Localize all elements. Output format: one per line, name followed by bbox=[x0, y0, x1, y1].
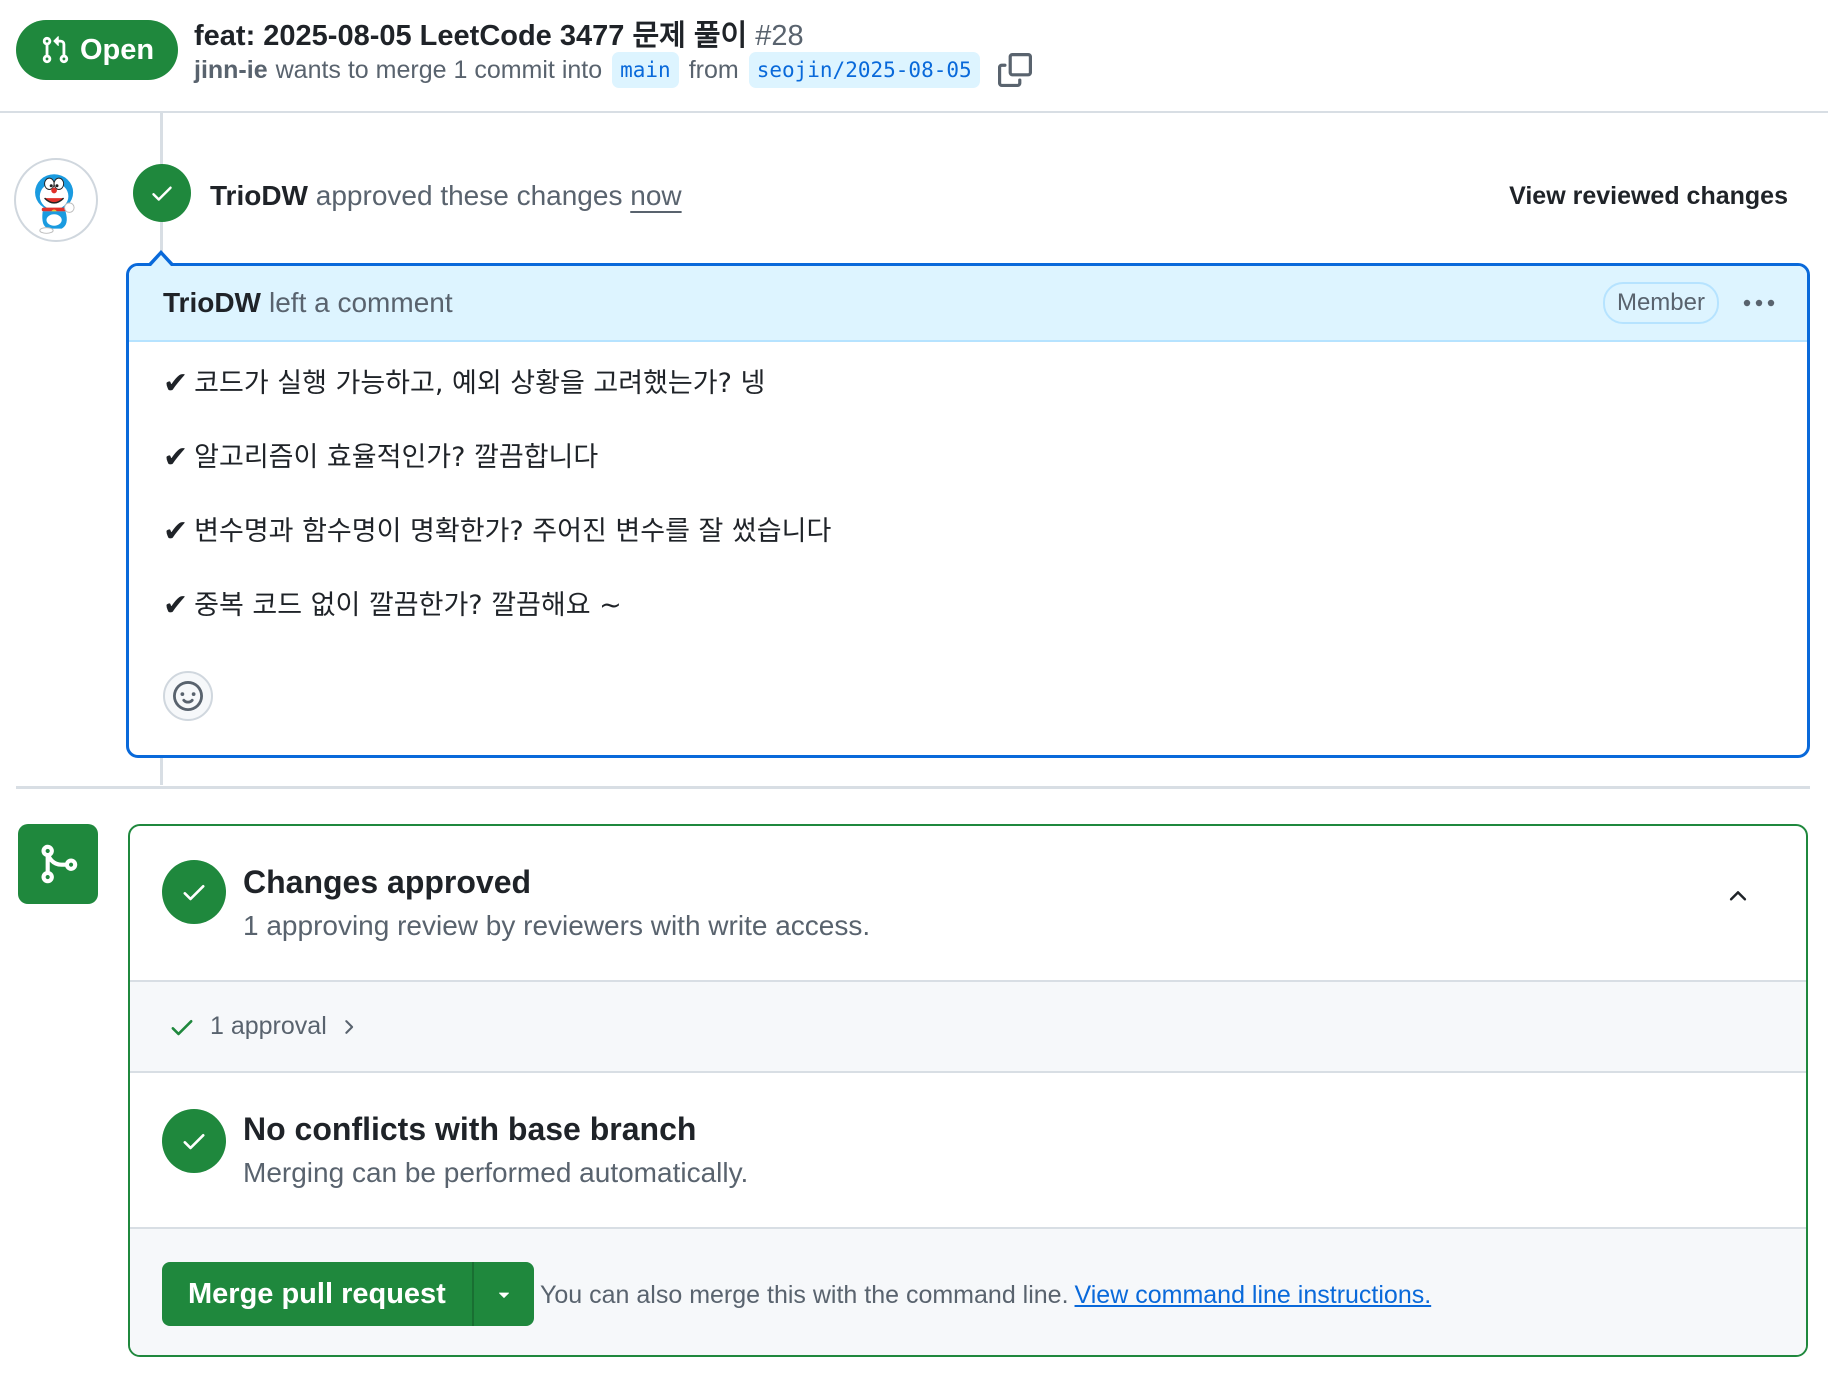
comment-action: left a comment bbox=[269, 287, 453, 318]
no-conflicts-title: No conflicts with base branch bbox=[243, 1111, 697, 1147]
pr-sticky-header: Open feat: 2025-08-05 LeetCode 3477 문제 풀… bbox=[0, 0, 1828, 113]
merge-note-text: You can also merge this with the command… bbox=[540, 1281, 1069, 1309]
timeline-divider bbox=[16, 786, 1810, 789]
comment-header: TrioDW left a comment Member bbox=[129, 266, 1807, 342]
merge-pull-request-button[interactable]: Merge pull request bbox=[162, 1262, 472, 1326]
pr-state-badge: Open bbox=[16, 20, 178, 80]
smiley-icon bbox=[173, 681, 203, 711]
merge-button-group: Merge pull request bbox=[162, 1262, 534, 1326]
comment-caret-inner bbox=[151, 255, 171, 266]
base-branch-label[interactable]: main bbox=[612, 52, 679, 88]
check-mark: ✔ bbox=[163, 366, 189, 401]
conflicts-check-icon bbox=[162, 1109, 226, 1173]
pr-number: #28 bbox=[755, 20, 804, 52]
pr-author-link[interactable]: jinn-ie bbox=[194, 56, 268, 85]
checklist-item-text: 변수명과 함수명이 명확한가? 주어진 변수를 잘 썼습니다 bbox=[194, 516, 832, 547]
avatar-doraemon[interactable] bbox=[14, 158, 98, 242]
review-comment: TrioDW left a comment Member ✔ 코드가 실행 가능… bbox=[126, 263, 1810, 758]
check-mark: ✔ bbox=[163, 440, 189, 475]
review-time-link[interactable]: now bbox=[630, 180, 681, 211]
git-pull-request-icon bbox=[42, 36, 69, 64]
pr-title: feat: 2025-08-05 LeetCode 3477 문제 풀이 #28 bbox=[194, 12, 804, 54]
approvals-row[interactable]: 1 approval bbox=[130, 982, 1806, 1073]
approvals-count: 1 approval bbox=[210, 1012, 327, 1040]
no-conflicts-section: No conflicts with base branch Merging ca… bbox=[130, 1073, 1806, 1229]
changes-approved-title: Changes approved bbox=[243, 864, 532, 900]
member-badge: Member bbox=[1602, 282, 1719, 324]
head-branch-label[interactable]: seojin/2025-08-05 bbox=[748, 52, 980, 88]
check-icon bbox=[152, 186, 172, 201]
merge-actions-section: Merge pull request You can also merge th… bbox=[130, 1229, 1806, 1355]
review-event-line: TrioDW approved these changes now bbox=[210, 180, 682, 212]
comment-body: ✔ 코드가 실행 가능하고, 예외 상황을 고려했는가? 넹 ✔ 알고리즘이 효… bbox=[129, 342, 1807, 626]
checklist-item-text: 중복 코드 없이 깔끔한가? 깔끔해요 ~ bbox=[194, 590, 622, 621]
pr-merge-summary: jinn-ie wants to merge 1 commit into mai… bbox=[194, 52, 1032, 88]
check-icon bbox=[171, 1019, 193, 1035]
comment-author-link[interactable]: TrioDW bbox=[163, 287, 261, 319]
checklist-item-text: 코드가 실행 가능하고, 예외 상황을 고려했는가? 넹 bbox=[194, 368, 766, 399]
merge-text: wants to merge 1 commit into bbox=[275, 55, 603, 84]
checklist-item: ✔ 변수명과 함수명이 명확한가? 주어진 변수를 잘 썼습니다 bbox=[163, 512, 1773, 552]
merge-box: Changes approved 1 approving review by r… bbox=[128, 824, 1808, 1357]
approved-status-icon bbox=[133, 164, 191, 222]
view-reviewed-changes-button[interactable]: View reviewed changes bbox=[1509, 182, 1788, 211]
kebab-icon[interactable] bbox=[1741, 285, 1777, 321]
copy-icon[interactable] bbox=[997, 53, 1032, 87]
chevron-up-icon[interactable] bbox=[1722, 880, 1754, 912]
command-line-instructions-link[interactable]: View command line instructions. bbox=[1075, 1281, 1432, 1309]
checklist-item: ✔ 알고리즘이 효율적인가? 깔끔합니다 bbox=[163, 438, 1773, 478]
checklist-item: ✔ 코드가 실행 가능하고, 예외 상황을 고려했는가? 넹 bbox=[163, 364, 1773, 404]
checklist-item-text: 알고리즘이 효율적인가? 깔끔합니다 bbox=[194, 442, 599, 473]
add-reaction-button[interactable] bbox=[163, 671, 213, 721]
check-mark: ✔ bbox=[163, 588, 189, 623]
changes-approved-section: Changes approved 1 approving review by r… bbox=[130, 826, 1806, 982]
reviewer-link[interactable]: TrioDW bbox=[210, 180, 308, 211]
triangle-down-icon bbox=[498, 1292, 509, 1298]
pr-title-text: feat: 2025-08-05 LeetCode 3477 문제 풀이 bbox=[194, 20, 748, 52]
no-conflicts-desc: Merging can be performed automatically. bbox=[243, 1157, 749, 1188]
merge-method-dropdown[interactable] bbox=[471, 1262, 534, 1326]
check-mark: ✔ bbox=[163, 514, 189, 549]
chevron-right-icon bbox=[345, 1019, 353, 1034]
git-merge-icon bbox=[18, 824, 98, 904]
checklist-item: ✔ 중복 코드 없이 깔끔한가? 깔끔해요 ~ bbox=[163, 586, 1773, 626]
pr-state-label: Open bbox=[79, 33, 155, 66]
changes-approved-desc: 1 approving review by reviewers with wri… bbox=[243, 910, 871, 941]
review-action: approved these changes bbox=[315, 180, 623, 211]
merge-command-line-note: You can also merge this with the command… bbox=[540, 1281, 1431, 1310]
from-text: from bbox=[688, 55, 739, 84]
approved-check-icon bbox=[162, 860, 226, 924]
